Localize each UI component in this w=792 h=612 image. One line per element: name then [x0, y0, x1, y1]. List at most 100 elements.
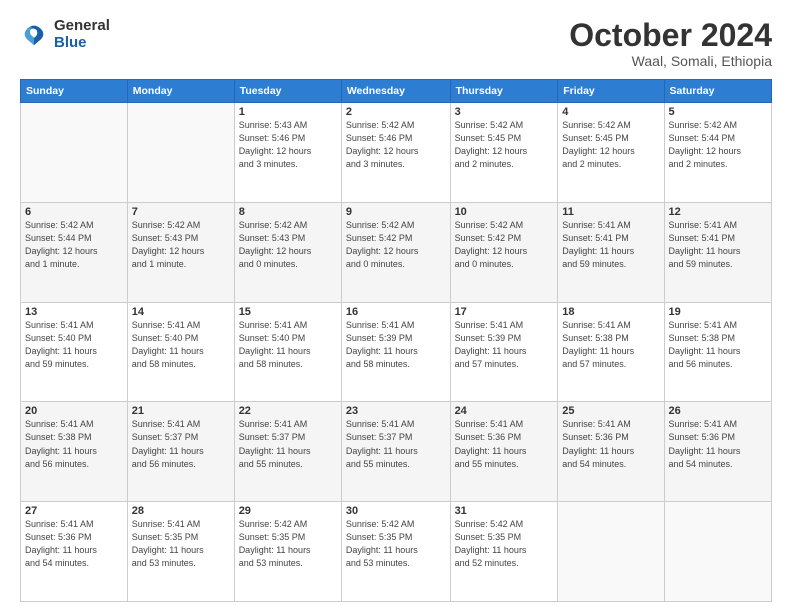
table-row: 21Sunrise: 5:41 AM Sunset: 5:37 PM Dayli… [127, 402, 234, 502]
day-info: Sunrise: 5:43 AM Sunset: 5:46 PM Dayligh… [239, 119, 337, 171]
table-row: 27Sunrise: 5:41 AM Sunset: 5:36 PM Dayli… [21, 502, 128, 602]
day-info: Sunrise: 5:42 AM Sunset: 5:45 PM Dayligh… [562, 119, 659, 171]
table-row: 19Sunrise: 5:41 AM Sunset: 5:38 PM Dayli… [664, 302, 771, 402]
table-row: 3Sunrise: 5:42 AM Sunset: 5:45 PM Daylig… [450, 103, 558, 203]
day-info: Sunrise: 5:41 AM Sunset: 5:39 PM Dayligh… [346, 319, 446, 371]
table-row [21, 103, 128, 203]
day-number: 11 [562, 206, 659, 218]
day-info: Sunrise: 5:41 AM Sunset: 5:35 PM Dayligh… [132, 518, 230, 570]
day-number: 1 [239, 106, 337, 118]
day-number: 24 [455, 405, 554, 417]
day-number: 22 [239, 405, 337, 417]
day-number: 30 [346, 505, 446, 517]
day-info: Sunrise: 5:41 AM Sunset: 5:36 PM Dayligh… [669, 418, 767, 470]
header: General Blue October 2024 Waal, Somali, … [20, 18, 772, 69]
day-number: 15 [239, 306, 337, 318]
day-info: Sunrise: 5:41 AM Sunset: 5:39 PM Dayligh… [455, 319, 554, 371]
header-monday: Monday [127, 80, 234, 103]
table-row: 29Sunrise: 5:42 AM Sunset: 5:35 PM Dayli… [234, 502, 341, 602]
day-info: Sunrise: 5:42 AM Sunset: 5:46 PM Dayligh… [346, 119, 446, 171]
day-info: Sunrise: 5:41 AM Sunset: 5:36 PM Dayligh… [25, 518, 123, 570]
day-info: Sunrise: 5:41 AM Sunset: 5:36 PM Dayligh… [562, 418, 659, 470]
day-info: Sunrise: 5:41 AM Sunset: 5:38 PM Dayligh… [562, 319, 659, 371]
day-info: Sunrise: 5:41 AM Sunset: 5:37 PM Dayligh… [132, 418, 230, 470]
day-number: 9 [346, 206, 446, 218]
day-info: Sunrise: 5:41 AM Sunset: 5:37 PM Dayligh… [346, 418, 446, 470]
table-row: 6Sunrise: 5:42 AM Sunset: 5:44 PM Daylig… [21, 202, 128, 302]
logo-icon [20, 21, 48, 49]
day-number: 18 [562, 306, 659, 318]
title-block: October 2024 Waal, Somali, Ethiopia [569, 18, 772, 69]
logo: General Blue [20, 18, 110, 51]
day-number: 2 [346, 106, 446, 118]
calendar-table: Sunday Monday Tuesday Wednesday Thursday… [20, 79, 772, 602]
day-number: 31 [455, 505, 554, 517]
table-row: 16Sunrise: 5:41 AM Sunset: 5:39 PM Dayli… [341, 302, 450, 402]
day-info: Sunrise: 5:42 AM Sunset: 5:44 PM Dayligh… [669, 119, 767, 171]
day-number: 8 [239, 206, 337, 218]
table-row: 1Sunrise: 5:43 AM Sunset: 5:46 PM Daylig… [234, 103, 341, 203]
day-number: 13 [25, 306, 123, 318]
day-info: Sunrise: 5:41 AM Sunset: 5:38 PM Dayligh… [669, 319, 767, 371]
table-row: 30Sunrise: 5:42 AM Sunset: 5:35 PM Dayli… [341, 502, 450, 602]
day-number: 7 [132, 206, 230, 218]
header-thursday: Thursday [450, 80, 558, 103]
header-tuesday: Tuesday [234, 80, 341, 103]
day-info: Sunrise: 5:42 AM Sunset: 5:43 PM Dayligh… [132, 219, 230, 271]
day-number: 20 [25, 405, 123, 417]
day-number: 26 [669, 405, 767, 417]
day-info: Sunrise: 5:42 AM Sunset: 5:45 PM Dayligh… [455, 119, 554, 171]
table-row: 31Sunrise: 5:42 AM Sunset: 5:35 PM Dayli… [450, 502, 558, 602]
day-number: 23 [346, 405, 446, 417]
header-saturday: Saturday [664, 80, 771, 103]
table-row: 10Sunrise: 5:42 AM Sunset: 5:42 PM Dayli… [450, 202, 558, 302]
day-info: Sunrise: 5:42 AM Sunset: 5:35 PM Dayligh… [455, 518, 554, 570]
day-number: 10 [455, 206, 554, 218]
day-number: 6 [25, 206, 123, 218]
day-number: 4 [562, 106, 659, 118]
table-row [127, 103, 234, 203]
day-number: 25 [562, 405, 659, 417]
day-number: 21 [132, 405, 230, 417]
table-row: 22Sunrise: 5:41 AM Sunset: 5:37 PM Dayli… [234, 402, 341, 502]
day-info: Sunrise: 5:41 AM Sunset: 5:40 PM Dayligh… [25, 319, 123, 371]
logo-text: General Blue [54, 18, 110, 51]
day-number: 14 [132, 306, 230, 318]
table-row [664, 502, 771, 602]
table-row: 25Sunrise: 5:41 AM Sunset: 5:36 PM Dayli… [558, 402, 664, 502]
table-row: 24Sunrise: 5:41 AM Sunset: 5:36 PM Dayli… [450, 402, 558, 502]
header-sunday: Sunday [21, 80, 128, 103]
day-info: Sunrise: 5:42 AM Sunset: 5:42 PM Dayligh… [455, 219, 554, 271]
day-number: 29 [239, 505, 337, 517]
table-row: 26Sunrise: 5:41 AM Sunset: 5:36 PM Dayli… [664, 402, 771, 502]
table-row: 9Sunrise: 5:42 AM Sunset: 5:42 PM Daylig… [341, 202, 450, 302]
table-row: 17Sunrise: 5:41 AM Sunset: 5:39 PM Dayli… [450, 302, 558, 402]
table-row: 8Sunrise: 5:42 AM Sunset: 5:43 PM Daylig… [234, 202, 341, 302]
table-row: 12Sunrise: 5:41 AM Sunset: 5:41 PM Dayli… [664, 202, 771, 302]
day-number: 28 [132, 505, 230, 517]
table-row: 4Sunrise: 5:42 AM Sunset: 5:45 PM Daylig… [558, 103, 664, 203]
day-info: Sunrise: 5:42 AM Sunset: 5:35 PM Dayligh… [346, 518, 446, 570]
table-row: 5Sunrise: 5:42 AM Sunset: 5:44 PM Daylig… [664, 103, 771, 203]
day-info: Sunrise: 5:41 AM Sunset: 5:40 PM Dayligh… [132, 319, 230, 371]
location: Waal, Somali, Ethiopia [569, 53, 772, 69]
table-row [558, 502, 664, 602]
page: General Blue October 2024 Waal, Somali, … [0, 0, 792, 612]
table-row: 23Sunrise: 5:41 AM Sunset: 5:37 PM Dayli… [341, 402, 450, 502]
header-wednesday: Wednesday [341, 80, 450, 103]
day-info: Sunrise: 5:42 AM Sunset: 5:35 PM Dayligh… [239, 518, 337, 570]
table-row: 18Sunrise: 5:41 AM Sunset: 5:38 PM Dayli… [558, 302, 664, 402]
day-number: 19 [669, 306, 767, 318]
table-row: 7Sunrise: 5:42 AM Sunset: 5:43 PM Daylig… [127, 202, 234, 302]
day-info: Sunrise: 5:41 AM Sunset: 5:41 PM Dayligh… [562, 219, 659, 271]
day-info: Sunrise: 5:41 AM Sunset: 5:37 PM Dayligh… [239, 418, 337, 470]
month-title: October 2024 [569, 18, 772, 53]
day-number: 16 [346, 306, 446, 318]
table-row: 15Sunrise: 5:41 AM Sunset: 5:40 PM Dayli… [234, 302, 341, 402]
day-info: Sunrise: 5:42 AM Sunset: 5:42 PM Dayligh… [346, 219, 446, 271]
logo-blue: Blue [54, 35, 110, 52]
day-info: Sunrise: 5:42 AM Sunset: 5:44 PM Dayligh… [25, 219, 123, 271]
table-row: 11Sunrise: 5:41 AM Sunset: 5:41 PM Dayli… [558, 202, 664, 302]
day-info: Sunrise: 5:41 AM Sunset: 5:36 PM Dayligh… [455, 418, 554, 470]
table-row: 28Sunrise: 5:41 AM Sunset: 5:35 PM Dayli… [127, 502, 234, 602]
